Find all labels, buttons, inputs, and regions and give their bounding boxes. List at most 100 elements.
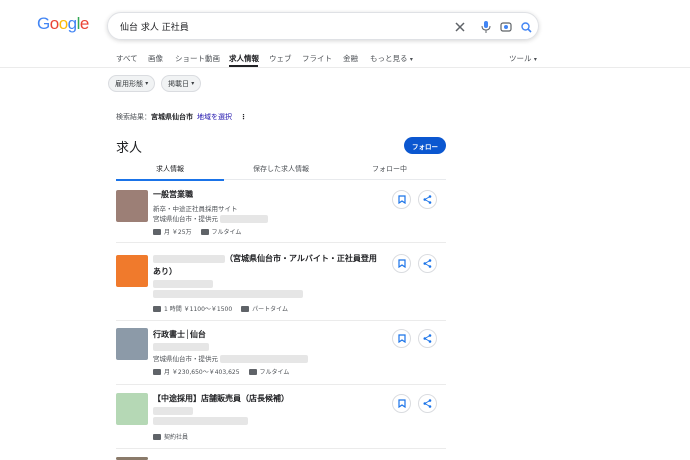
location-prefix: 検索結果： (116, 113, 151, 121)
share-icon (423, 195, 432, 204)
share-button[interactable] (418, 329, 437, 348)
blurred-company (153, 407, 193, 415)
job-location: 宮城県仙台市・提供元 (153, 353, 309, 363)
share-button[interactable] (418, 394, 437, 413)
bookmark-icon (397, 195, 406, 204)
job-location (153, 290, 303, 298)
briefcase-icon (200, 228, 209, 235)
job-company (153, 343, 209, 351)
share-icon (423, 259, 432, 268)
tab-short-videos[interactable]: ショート動画 (175, 53, 220, 64)
bookmark-button[interactable] (392, 190, 411, 209)
tab-jobs[interactable]: 求人情報 (229, 53, 259, 64)
share-button[interactable] (418, 254, 437, 273)
tab-finance[interactable]: 金融 (343, 53, 358, 64)
job-title-tail: （宮城県仙台市・アルバイト・正社員登用 (225, 254, 377, 263)
job-meta: 契約社員 (153, 432, 188, 441)
jobs-subtabs: 求人情報 保存した求人情報 フォロー中 (116, 158, 446, 180)
subtab-jobs[interactable]: 求人情報 (156, 164, 184, 174)
tab-all[interactable]: すべて (116, 53, 138, 64)
briefcase-icon (153, 433, 161, 440)
bookmark-button[interactable] (392, 329, 411, 348)
search-icon[interactable] (518, 19, 534, 35)
job-title: 行政書士│仙台 (153, 330, 206, 339)
job-location: 宮城県仙台市・提供元 (153, 213, 269, 223)
blurred-source (220, 215, 269, 223)
tab-flights[interactable]: フライト (302, 53, 332, 64)
clear-icon[interactable] (452, 19, 468, 35)
search-input[interactable]: 仙台 求人 正社員 (120, 20, 189, 33)
bookmark-icon (397, 259, 406, 268)
company-logo (116, 393, 148, 425)
location-place: 宮城県仙台市 (151, 113, 193, 121)
google-logo[interactable]: Google (37, 14, 89, 34)
tab-images[interactable]: 画像 (148, 53, 163, 64)
job-title-line2: あり） (153, 267, 177, 276)
tab-more[interactable]: もっと見る ▾ (370, 53, 413, 64)
microphone-icon[interactable] (478, 19, 494, 35)
job-location (153, 417, 248, 425)
tab-tools[interactable]: ツール ▾ (509, 53, 537, 64)
salary-icon (153, 228, 161, 235)
more-options-icon[interactable]: ⋮ (240, 113, 247, 121)
bookmark-icon (397, 334, 406, 343)
job-meta: 月 ￥230,650～￥403,625 フルタイム (153, 367, 289, 376)
salary-icon (153, 368, 161, 375)
blurred-company (153, 343, 209, 351)
job-listing[interactable]: 【中途採用】店舗販売員（店長候補） 契約社員 (116, 385, 446, 449)
company-logo (116, 190, 148, 222)
job-listing[interactable]: 一般営業職 新卒・中途正社員採用サイト 宮城県仙台市・提供元 月 ￥25万 フル… (116, 181, 446, 243)
job-meta: 月 ￥25万 フルタイム (153, 227, 241, 236)
logo-letters: Google (37, 14, 89, 34)
job-company (153, 280, 213, 288)
job-salary: 1 時間 ￥1100～￥1500 (164, 306, 233, 313)
blurred-company (153, 280, 213, 288)
logo-letter: G (37, 14, 50, 33)
blurred-title (153, 254, 225, 263)
job-location-text: 宮城県仙台市・提供元 (153, 355, 218, 363)
briefcase-icon (241, 305, 250, 312)
lens-camera-icon[interactable] (498, 19, 514, 35)
job-type: パートタイム (252, 306, 289, 313)
bookmark-button[interactable] (392, 254, 411, 273)
chevron-down-icon: ▾ (191, 80, 195, 87)
job-salary: 月 ￥230,650～￥403,625 (164, 369, 240, 376)
briefcase-icon (248, 368, 257, 375)
company-logo (116, 328, 148, 360)
select-region-link[interactable]: 地域を選択 (197, 113, 232, 121)
bookmark-icon (397, 399, 406, 408)
share-button[interactable] (418, 190, 437, 209)
share-icon (423, 399, 432, 408)
job-title: 【中途採用】店舗販売員（店長候補） (153, 394, 289, 403)
job-listing[interactable]: （宮城県仙台市・アルバイト・正社員登用 あり） 1 時間 ￥1100～￥1500… (116, 243, 446, 321)
job-location-text: 宮城県仙台市・提供元 (153, 215, 218, 223)
tab-more-label: もっと見る (370, 54, 408, 63)
blurred-location (153, 417, 248, 425)
logo-letter: g (67, 14, 77, 33)
job-title: 一般営業職 (153, 190, 193, 199)
filter-employment-type[interactable]: 雇用形態 ▾ (108, 75, 156, 92)
filter-posted-date[interactable]: 掲載日 ▾ (161, 75, 202, 92)
bookmark-button[interactable] (392, 394, 411, 413)
logo-letter: e (79, 14, 89, 33)
tab-tools-label: ツール (509, 54, 532, 63)
chevron-down-icon: ▾ (533, 56, 537, 63)
job-salary: 月 ￥25万 (164, 229, 192, 236)
job-type: 契約社員 (164, 434, 189, 441)
job-title: （宮城県仙台市・アルバイト・正社員登用 (153, 252, 377, 265)
subtab-following[interactable]: フォロー中 (372, 164, 407, 174)
tab-web[interactable]: ウェブ (269, 53, 292, 64)
job-listing[interactable]: 行政書士│仙台 宮城県仙台市・提供元 月 ￥230,650～￥403,625 フ… (116, 321, 446, 385)
active-tab-indicator (229, 65, 258, 67)
subtab-saved-jobs[interactable]: 保存した求人情報 (253, 164, 309, 174)
chevron-down-icon: ▾ (145, 80, 149, 87)
follow-button[interactable]: フォロー (404, 137, 446, 154)
filter-employment-type-label: 雇用形態 (115, 79, 143, 88)
search-tabs: すべて 画像 ショート動画 求人情報 ウェブ フライト 金融 もっと見る ▾ ツ… (0, 48, 690, 68)
search-box[interactable]: 仙台 求人 正社員 (107, 12, 539, 40)
job-company (153, 407, 193, 415)
job-company: 新卒・中途正社員採用サイト (153, 205, 238, 213)
location-line: 検索結果：宮城県仙台市 地域を選択 ⋮ (116, 112, 247, 122)
job-listing[interactable] (116, 449, 446, 460)
logo-letter: o (49, 14, 59, 33)
